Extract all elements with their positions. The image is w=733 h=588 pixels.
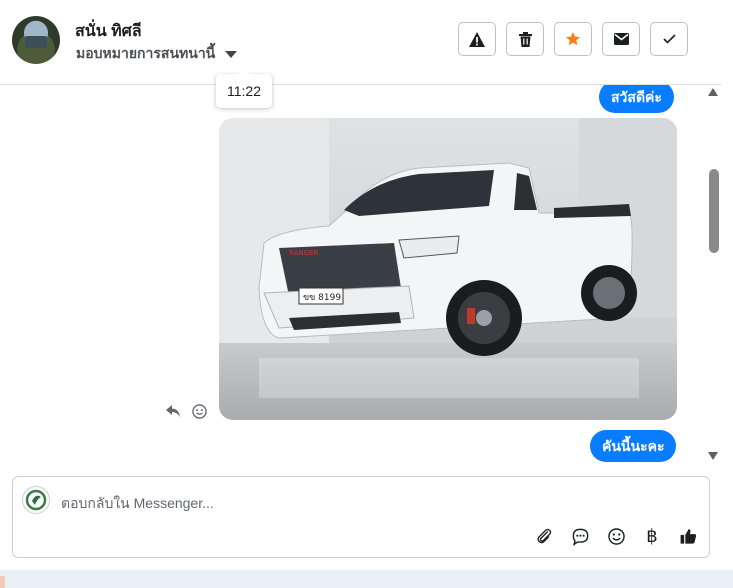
message-list[interactable]: สวัสดีค่ะ RANGER ขข 8199 คันนี้นะคะ (0, 85, 722, 465)
reply-icon[interactable] (165, 403, 181, 419)
window-edge (722, 0, 733, 588)
corner-decoration (0, 576, 5, 588)
assign-label: มอบหมายการสนทนานี้ (76, 45, 216, 61)
contact-name[interactable]: สนั่น ทิศลี (75, 19, 142, 44)
star-icon (566, 32, 580, 46)
conversation-panel: สนั่น ทิศลี มอบหมายการสนทนานี้ สวัสดีค่ะ (0, 0, 722, 570)
message-bubble[interactable]: สวัสดีค่ะ (599, 85, 674, 113)
check-icon (662, 34, 676, 44)
page-avatar (22, 486, 50, 514)
scroll-down-arrow[interactable] (708, 452, 718, 460)
attachment-icon[interactable] (533, 525, 555, 547)
message-image[interactable]: RANGER ขข 8199 (219, 118, 677, 420)
mail-icon (613, 33, 629, 45)
pickup-truck-photo: RANGER ขข 8199 (219, 118, 677, 420)
svg-text:RANGER: RANGER (289, 249, 318, 257)
timestamp-tooltip: 11:22 (216, 68, 272, 108)
warning-icon (469, 31, 485, 47)
scroll-up-arrow[interactable] (708, 88, 718, 96)
scrollbar-thumb[interactable] (709, 169, 719, 253)
assign-conversation-dropdown[interactable]: มอบหมายการสนทนานี้ (76, 43, 238, 65)
report-button[interactable] (458, 22, 496, 56)
like-icon[interactable] (677, 525, 699, 547)
mark-unread-button[interactable] (602, 22, 640, 56)
star-button[interactable] (554, 22, 592, 56)
svg-text:ขข 8199: ขข 8199 (303, 293, 341, 303)
message-bubble[interactable]: คันนี้นะคะ (590, 430, 677, 462)
message-actions (165, 403, 207, 419)
reply-composer[interactable]: ตอบกลับใน Messenger... ฿ (12, 476, 710, 558)
saved-reply-icon[interactable] (569, 525, 591, 547)
conversation-header: สนั่น ทิศลี มอบหมายการสนทนานี้ (0, 0, 722, 85)
payment-baht-icon[interactable]: ฿ (641, 525, 663, 547)
caret-down-icon (225, 50, 238, 58)
contact-avatar[interactable] (12, 16, 60, 64)
mark-done-button[interactable] (650, 22, 688, 56)
page-background (0, 570, 733, 588)
emoji-react-icon[interactable] (191, 403, 207, 419)
reply-input[interactable]: ตอบกลับใน Messenger... (61, 493, 214, 515)
delete-button[interactable] (506, 22, 544, 56)
trash-icon (518, 31, 532, 47)
emoji-icon[interactable] (605, 525, 627, 547)
